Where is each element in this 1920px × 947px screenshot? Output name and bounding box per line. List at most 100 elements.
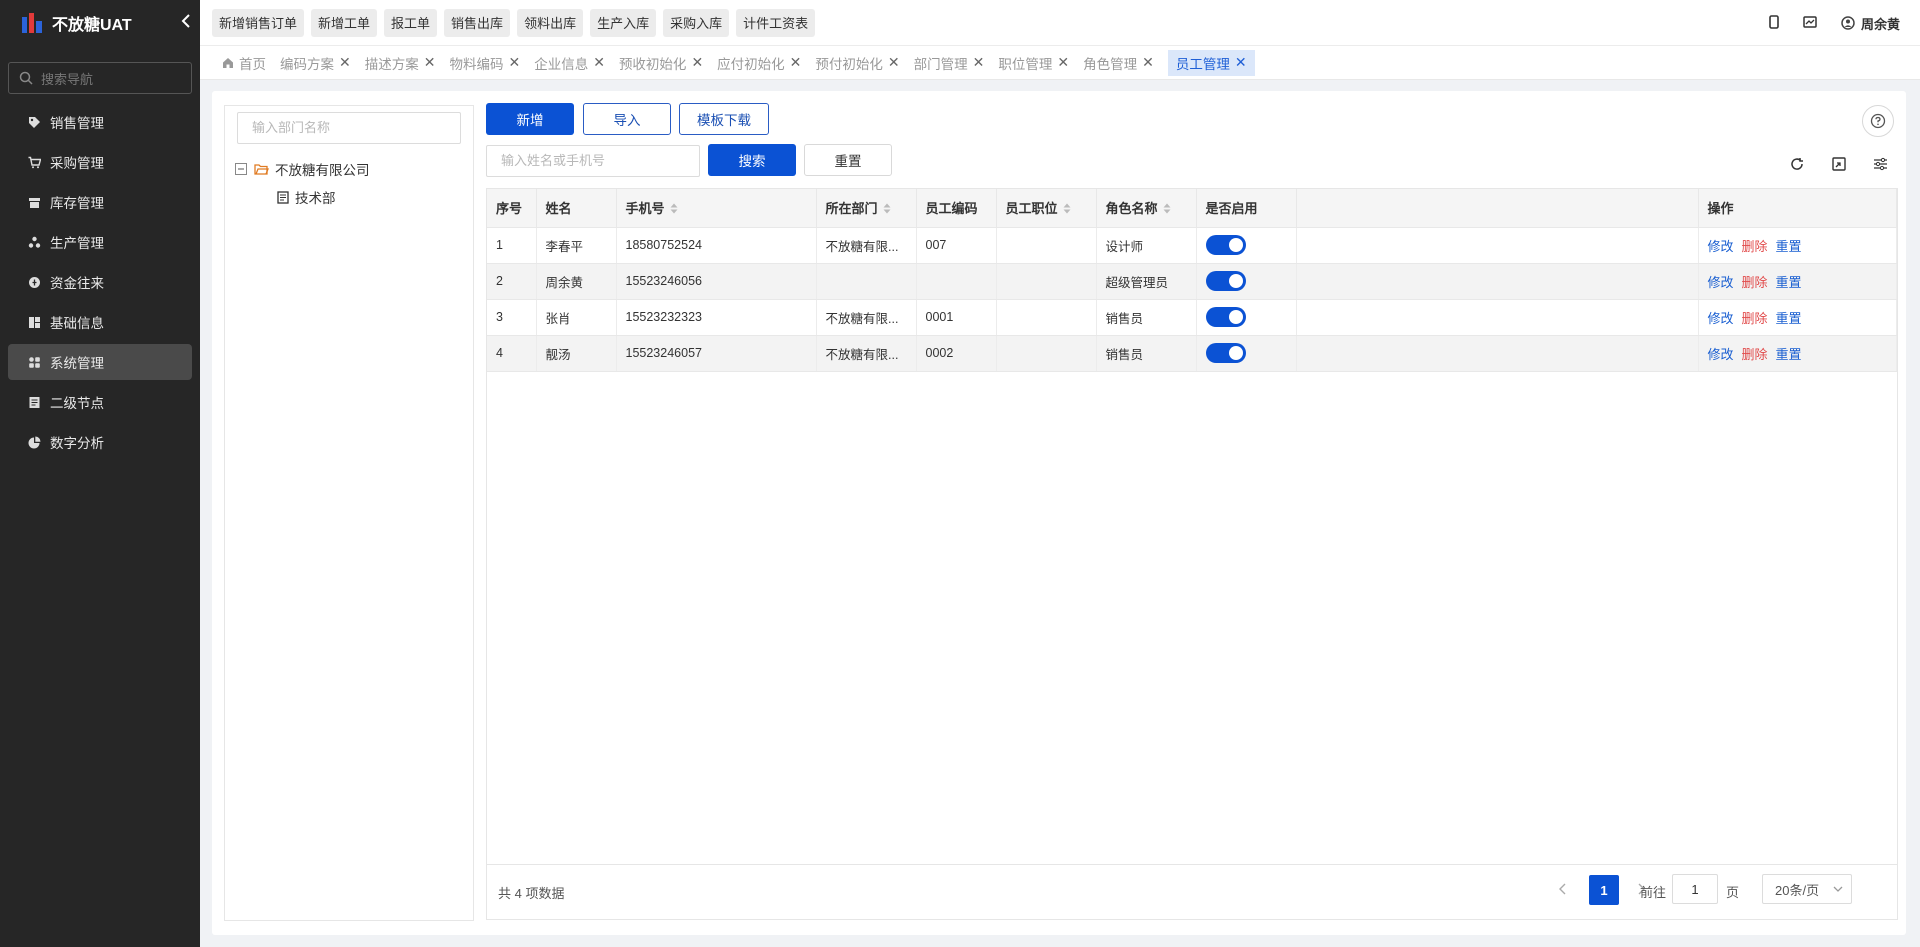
- enabled-toggle[interactable]: [1205, 307, 1246, 327]
- search-button[interactable]: 搜索: [708, 144, 796, 176]
- chevron-left-icon[interactable]: [180, 14, 192, 33]
- edit-link[interactable]: 修改: [1708, 311, 1734, 326]
- column-header[interactable]: 角色名称: [1096, 189, 1197, 228]
- table-row[interactable]: 3 张肖 15523232323 不放糖有限... 0001 销售员 修改 删除 重置: [487, 299, 1897, 336]
- quick-link-button[interactable]: 领料出库: [517, 8, 584, 37]
- reset-password-link[interactable]: 重置: [1776, 311, 1802, 326]
- close-icon[interactable]: ✕: [1057, 54, 1069, 71]
- close-icon[interactable]: ✕: [1142, 54, 1154, 71]
- tab-1[interactable]: 首页: [222, 50, 266, 76]
- close-icon[interactable]: ✕: [339, 54, 351, 71]
- tab-2[interactable]: 编码方案 ✕: [280, 50, 351, 76]
- delete-link[interactable]: 删除: [1742, 311, 1768, 326]
- sidebar-item-5[interactable]: 资金往来: [8, 264, 192, 300]
- tab-11[interactable]: 角色管理 ✕: [1083, 50, 1154, 76]
- add-button[interactable]: 新增: [486, 103, 574, 135]
- column-settings-icon[interactable]: [1871, 155, 1889, 173]
- reset-password-link[interactable]: 重置: [1776, 347, 1802, 362]
- delete-link[interactable]: 删除: [1742, 239, 1768, 254]
- quick-link-button[interactable]: 新增销售订单: [212, 8, 305, 37]
- cell-role: 超级管理员: [1096, 263, 1197, 300]
- user-menu[interactable]: 周余黄: [1841, 14, 1900, 33]
- page-size-select[interactable]: 20条/页: [1762, 874, 1852, 904]
- sidebar-item-4[interactable]: 生产管理: [8, 224, 192, 260]
- tab-9[interactable]: 部门管理 ✕: [914, 50, 985, 76]
- goto-page-input[interactable]: 1: [1672, 874, 1718, 904]
- tab-4[interactable]: 物料编码 ✕: [449, 50, 520, 76]
- quick-link-button[interactable]: 采购入库: [663, 8, 730, 37]
- user-name: 周余黄: [1860, 16, 1900, 32]
- quick-link-button[interactable]: 报工单: [384, 8, 438, 37]
- reset-password-link[interactable]: 重置: [1776, 275, 1802, 290]
- sidebar-item-6[interactable]: 基础信息: [8, 304, 192, 340]
- tree-node-root[interactable]: 不放糖有限公司: [235, 159, 370, 179]
- close-icon[interactable]: ✕: [790, 54, 802, 71]
- sort-icon[interactable]: [670, 202, 678, 217]
- search-icon: [19, 71, 33, 85]
- dept-search-input[interactable]: 输入部门名称: [237, 112, 461, 144]
- sidebar-item-3[interactable]: 库存管理: [8, 184, 192, 220]
- quick-link-button[interactable]: 销售出库: [444, 8, 511, 37]
- nav-search-input[interactable]: 搜索导航: [8, 62, 192, 94]
- quick-link-button[interactable]: 计件工资表: [736, 8, 816, 37]
- sidebar-item-2[interactable]: 采购管理: [8, 144, 192, 180]
- column-header[interactable]: 所在部门: [816, 189, 917, 228]
- column-header[interactable]: 手机号: [616, 189, 817, 228]
- collapse-minus-icon[interactable]: [235, 163, 247, 175]
- prev-page-icon[interactable]: [1558, 882, 1566, 898]
- tab-5[interactable]: 企业信息 ✕: [534, 50, 605, 76]
- sidebar-item-8[interactable]: 二级节点: [8, 384, 192, 420]
- quick-link-button[interactable]: 新增工单: [311, 8, 378, 37]
- sidebar-item-label: 系统管理: [50, 356, 104, 371]
- tab-8[interactable]: 预付初始化 ✕: [815, 50, 899, 76]
- edit-link[interactable]: 修改: [1708, 347, 1734, 362]
- column-header: [1296, 189, 1699, 228]
- sidebar-item-9[interactable]: 数字分析: [8, 424, 192, 460]
- table-row[interactable]: 4 靓汤 15523246057 不放糖有限... 0002 销售员 修改 删除 重置: [487, 335, 1897, 372]
- close-icon[interactable]: ✕: [593, 54, 605, 71]
- close-icon[interactable]: ✕: [1235, 54, 1247, 71]
- reset-password-link[interactable]: 重置: [1776, 239, 1802, 254]
- sort-icon[interactable]: [1163, 202, 1171, 217]
- screen-icon[interactable]: [1803, 15, 1817, 31]
- tree-node-child[interactable]: 技术部: [277, 187, 336, 207]
- tab-7[interactable]: 应付初始化 ✕: [717, 50, 801, 76]
- refresh-icon[interactable]: [1788, 155, 1806, 173]
- template-download-button[interactable]: 模板下载: [679, 103, 769, 135]
- import-button[interactable]: 导入: [583, 103, 671, 135]
- tab-6[interactable]: 预收初始化 ✕: [619, 50, 703, 76]
- reset-button[interactable]: 重置: [804, 144, 892, 176]
- close-icon[interactable]: ✕: [508, 54, 520, 71]
- delete-link[interactable]: 删除: [1742, 275, 1768, 290]
- sort-icon[interactable]: [883, 202, 891, 217]
- tab-3[interactable]: 描述方案 ✕: [365, 50, 436, 76]
- sidebar-item-1[interactable]: 销售管理: [8, 104, 192, 140]
- help-icon[interactable]: [1862, 105, 1894, 137]
- tree-child-label: 技术部: [295, 191, 336, 206]
- close-icon[interactable]: ✕: [691, 54, 703, 71]
- page-number-current[interactable]: 1: [1589, 875, 1619, 905]
- cell-dept: [816, 263, 917, 300]
- enabled-toggle[interactable]: [1205, 343, 1246, 363]
- table-row[interactable]: 1 李春平 18580752524 不放糖有限... 007 设计师 修改 删除 重置: [487, 227, 1897, 264]
- tab-12[interactable]: 员工管理 ✕: [1167, 49, 1255, 76]
- sort-icon[interactable]: [1063, 202, 1071, 217]
- column-header[interactable]: 员工职位: [996, 189, 1097, 228]
- enabled-toggle[interactable]: [1205, 271, 1246, 291]
- delete-link[interactable]: 删除: [1742, 347, 1768, 362]
- close-icon[interactable]: ✕: [888, 54, 900, 71]
- tab-10[interactable]: 职位管理 ✕: [998, 50, 1069, 76]
- cell-value: 15523246057: [625, 346, 702, 360]
- mobile-icon[interactable]: [1769, 14, 1779, 32]
- quick-link-button[interactable]: 生产入库: [590, 8, 657, 37]
- table-row[interactable]: 2 周余黄 15523246056 超级管理员 修改 删除 重置: [487, 263, 1897, 300]
- edit-link[interactable]: 修改: [1708, 275, 1734, 290]
- sidebar-item-7[interactable]: 系统管理: [8, 344, 192, 380]
- close-icon[interactable]: ✕: [973, 54, 985, 71]
- employee-search-input[interactable]: 输入姓名或手机号: [486, 145, 700, 177]
- enabled-toggle[interactable]: [1205, 235, 1246, 255]
- close-icon[interactable]: ✕: [424, 54, 436, 71]
- fullscreen-icon[interactable]: [1830, 155, 1848, 173]
- box-icon: [28, 196, 41, 209]
- edit-link[interactable]: 修改: [1708, 239, 1734, 254]
